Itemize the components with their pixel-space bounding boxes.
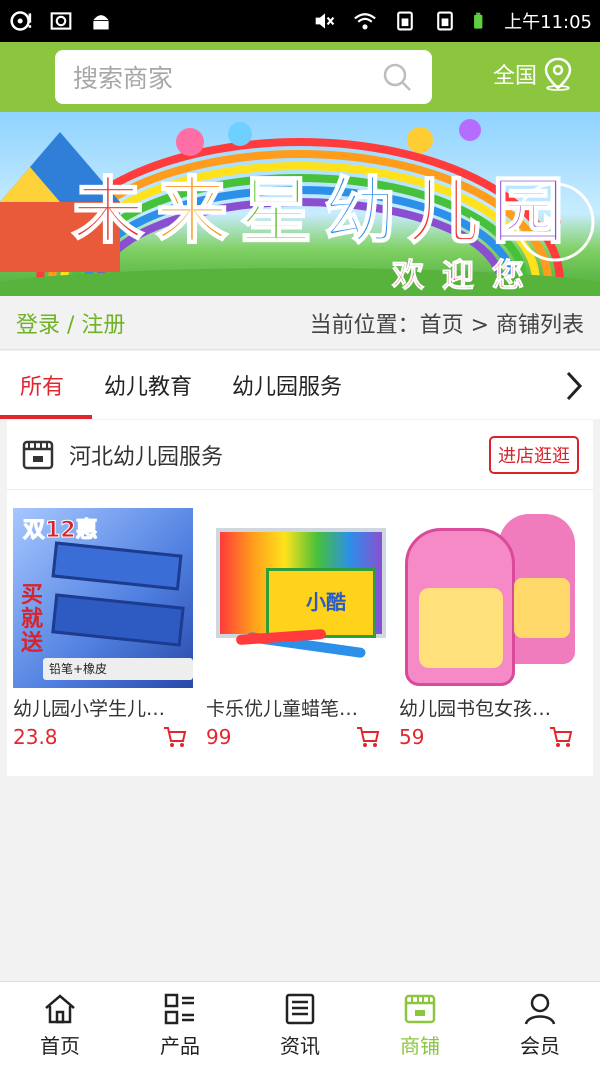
- nav-label: 会员: [520, 1034, 560, 1058]
- product-card[interactable]: 双12惠 买就送 铅笔+橡皮 幼儿园小学生儿… 23.8: [13, 508, 193, 749]
- promo-text: 铅笔+橡皮: [43, 658, 193, 680]
- disc-icon: [10, 11, 32, 31]
- product-image[interactable]: 双12惠 买就送 铅笔+橡皮: [13, 508, 193, 688]
- home-icon: [45, 994, 75, 1024]
- product-title[interactable]: 卡乐优儿童蜡笔…: [206, 694, 386, 721]
- banner-title: 未来星幼儿园: [71, 152, 577, 257]
- product-price: 99: [206, 725, 232, 749]
- product-list: 双12惠 买就送 铅笔+橡皮 幼儿园小学生儿… 23.8 小酷 卡乐优儿童蜡笔…: [7, 490, 593, 749]
- mute-icon: [315, 13, 335, 29]
- nav-shops[interactable]: 商铺: [360, 982, 480, 1067]
- tab-all[interactable]: 所有: [0, 351, 93, 419]
- banner-char: 来: [155, 167, 241, 254]
- screenshot-icon: [50, 12, 72, 30]
- store-header: 河北幼儿园服务 进店逛逛: [7, 420, 593, 490]
- banner-image[interactable]: 未来星幼儿园 欢迎您: [0, 112, 600, 296]
- box-label: 小酷: [306, 590, 346, 614]
- store-card: 河北幼儿园服务 进店逛逛 双12惠 买就送 铅笔+橡皮 幼儿园小学生儿… 23.…: [7, 420, 593, 776]
- nav-products[interactable]: 产品: [120, 982, 240, 1067]
- chevron-right-icon[interactable]: [562, 369, 586, 403]
- nav-label: 商铺: [400, 1034, 440, 1058]
- cart-icon[interactable]: [549, 726, 573, 748]
- nav-member[interactable]: 会员: [480, 982, 600, 1067]
- news-icon: [285, 993, 315, 1025]
- store-name[interactable]: 河北幼儿园服务: [69, 439, 223, 471]
- search-box[interactable]: 搜索商家: [55, 50, 432, 104]
- banner-char: 幼: [323, 167, 409, 254]
- shop-icon: [404, 994, 436, 1024]
- android-icon: [93, 15, 109, 30]
- banner-char: 星: [239, 167, 325, 254]
- shop-icon: [22, 440, 54, 469]
- product-price: 59: [399, 725, 425, 749]
- user-icon: [524, 993, 556, 1025]
- product-title[interactable]: 幼儿园小学生儿…: [13, 694, 193, 721]
- nav-news[interactable]: 资讯: [240, 982, 360, 1067]
- sim2-icon: [437, 11, 453, 31]
- product-card[interactable]: 幼儿园书包女孩… 59: [399, 508, 579, 749]
- location-pin-icon: [544, 57, 572, 91]
- region-selector[interactable]: 全国: [493, 57, 573, 91]
- status-bar: 上午11:05: [0, 0, 600, 42]
- location-bar: 登录 / 注册 当前位置：首页 > 商铺列表: [0, 296, 600, 350]
- battery-icon: [474, 12, 483, 29]
- nav-label: 产品: [160, 1034, 200, 1058]
- bottom-nav: 首页 产品 资讯 商铺 会员: [0, 981, 600, 1067]
- banner-char: 未: [71, 167, 157, 254]
- breadcrumb: 当前位置：首页 > 商铺列表: [309, 312, 584, 338]
- wifi-icon: [354, 13, 376, 30]
- search-icon[interactable]: [382, 62, 412, 92]
- banner-welcome: 欢迎您: [391, 256, 543, 295]
- cart-icon[interactable]: [356, 726, 380, 748]
- region-label: 全国: [493, 64, 538, 89]
- banner-char: 儿: [407, 167, 493, 254]
- promo-text: 买就送: [21, 583, 44, 656]
- banner-char: 园: [491, 167, 577, 254]
- nav-label: 资讯: [280, 1034, 320, 1058]
- nav-home[interactable]: 首页: [0, 982, 120, 1067]
- tab-early-education[interactable]: 幼儿教育: [84, 351, 212, 419]
- tab-label: 所有: [20, 375, 65, 400]
- tab-kindergarten-service[interactable]: 幼儿园服务: [212, 351, 362, 419]
- grid-list-icon: [164, 993, 194, 1025]
- app-header: 搜索商家 全国: [0, 42, 600, 112]
- product-image[interactable]: 小酷: [206, 508, 386, 688]
- tab-label: 幼儿教育: [104, 375, 193, 400]
- product-title[interactable]: 幼儿园书包女孩…: [399, 694, 579, 721]
- search-placeholder: 搜索商家: [73, 64, 174, 93]
- enter-store-button[interactable]: 进店逛逛: [489, 435, 579, 474]
- promo-text: 双12惠: [23, 518, 99, 544]
- product-image[interactable]: [399, 508, 579, 688]
- cart-icon[interactable]: [163, 726, 187, 748]
- product-price: 23.8: [13, 725, 58, 749]
- product-card[interactable]: 小酷 卡乐优儿童蜡笔… 99: [206, 508, 386, 749]
- tab-label: 幼儿园服务: [232, 375, 343, 400]
- status-time: 上午11:05: [504, 12, 592, 33]
- login-register-link[interactable]: 登录 / 注册: [16, 307, 125, 339]
- category-tabs: 所有 幼儿教育 幼儿园服务: [0, 351, 600, 419]
- nav-label: 首页: [40, 1034, 80, 1058]
- sim1-icon: [397, 11, 413, 31]
